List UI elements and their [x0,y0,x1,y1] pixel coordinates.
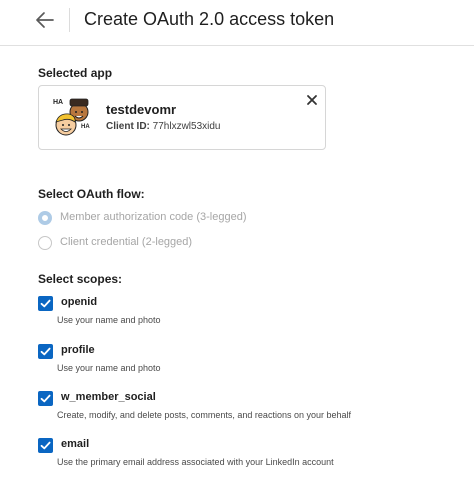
checkmark-icon [40,394,51,403]
radio-label: Member authorization code (3-legged) [60,211,247,223]
client-id: Client ID: 77hlxzwl53xidu [106,121,221,132]
checkbox-w-member-social[interactable] [38,391,53,406]
checkbox-email[interactable] [38,438,53,453]
header-divider [69,8,70,32]
svg-text:HA: HA [81,124,90,130]
oauth-flow-label: Select OAuth flow: [38,187,145,201]
close-icon[interactable] [304,92,320,108]
checkmark-icon [40,299,51,308]
page-title: Create OAuth 2.0 access token [84,9,335,29]
scope-description: Create, modify, and delete posts, commen… [57,410,351,420]
checkmark-icon [40,441,51,450]
app-name: testdevomr [106,102,177,117]
checkbox-profile[interactable] [38,344,53,359]
svg-text:HA: HA [53,99,63,106]
radio-label: Client credential (2-legged) [60,236,193,248]
scopes-label: Select scopes: [38,272,123,286]
checkbox-openid[interactable] [38,296,53,311]
scope-name: w_member_social [61,391,156,403]
scope-name: openid [61,296,98,308]
scope-description: Use your name and photo [57,363,161,373]
scope-description: Use your name and photo [57,315,161,325]
client-id-value: 77hlxzwl53xidu [152,121,221,132]
checkmark-icon [40,347,51,356]
page-header: Create OAuth 2.0 access token [0,0,474,46]
selected-app-card: HA HA testdevomr Client ID: 77hlxzwl53xi… [38,85,326,150]
app-avatar: HA HA [53,98,90,136]
client-id-label: Client ID: [106,121,150,132]
radio-button-selected[interactable] [38,211,52,225]
scope-description: Use the primary email address associated… [57,457,334,467]
scope-name: email [61,438,90,450]
arrow-left-icon[interactable] [34,9,56,31]
scope-name: profile [61,344,95,356]
selected-app-label: Selected app [38,66,113,80]
radio-button[interactable] [38,236,52,250]
